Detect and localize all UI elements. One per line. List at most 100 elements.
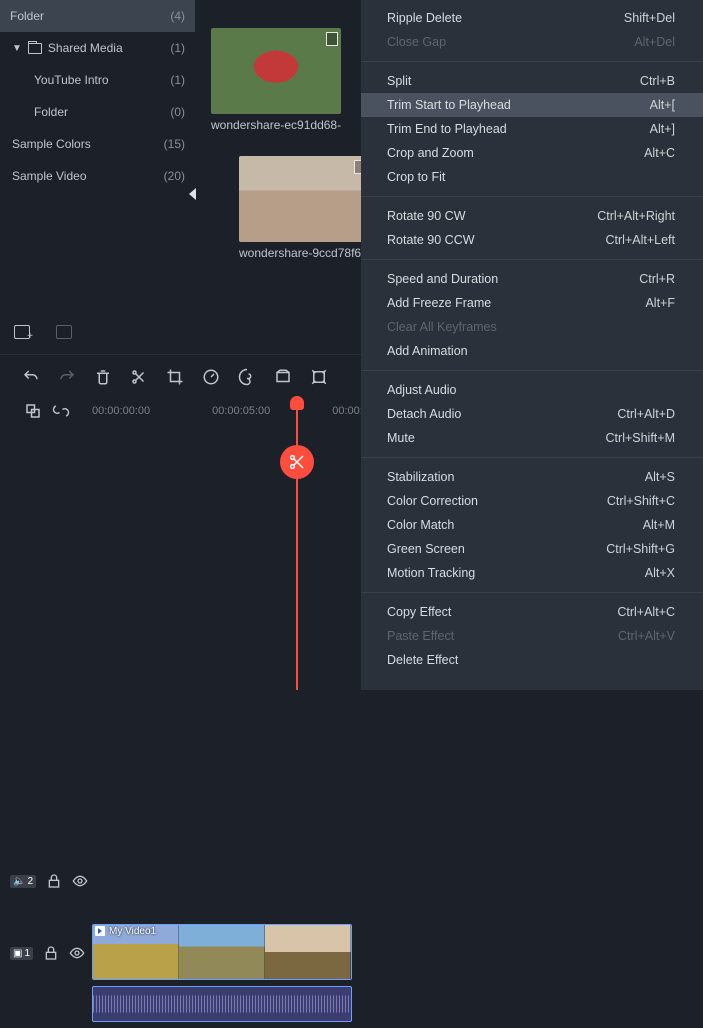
context-menu-label: Motion Tracking	[387, 566, 475, 580]
context-menu-item[interactable]: Add Animation	[361, 339, 703, 363]
context-menu-item[interactable]: Add Freeze FrameAlt+F	[361, 291, 703, 315]
sidebar-item-count: (1)	[170, 73, 185, 87]
context-menu-item[interactable]: Motion Tracking Alt+X	[361, 561, 703, 585]
context-menu-separator	[361, 592, 703, 593]
track-row-blank: 🔈2	[0, 854, 703, 908]
context-menu-shortcut: Alt+]	[650, 122, 675, 136]
context-menu-separator	[361, 370, 703, 371]
context-menu-item[interactable]: Color Correction Ctrl+Shift+C	[361, 489, 703, 513]
context-menu-shortcut: Ctrl+Alt+Right	[597, 209, 675, 223]
speed-icon[interactable]	[202, 368, 220, 386]
sidebar-item-youtube-intro[interactable]: YouTube Intro (1)	[0, 64, 195, 96]
context-menu-label: Crop to Fit	[387, 170, 445, 184]
sidebar-item-count: (1)	[170, 41, 185, 55]
context-menu-item[interactable]: Green Screen Ctrl+Shift+G	[361, 537, 703, 561]
marker-icon[interactable]	[310, 368, 328, 386]
sidebar-item-shared-media[interactable]: ▼ Shared Media (1)	[0, 32, 195, 64]
context-menu-separator	[361, 61, 703, 62]
playhead[interactable]	[296, 396, 298, 690]
link-overlap-icon[interactable]	[24, 402, 42, 420]
context-menu-shortcut: Alt+X	[645, 566, 675, 580]
context-menu-separator	[361, 457, 703, 458]
context-menu-label: Paste Effect	[387, 629, 454, 643]
context-menu-label: Trim End to Playhead	[387, 122, 507, 136]
keyframe-icon[interactable]	[274, 368, 292, 386]
media-item[interactable]: wondershare-9ccd78f6-6...	[239, 156, 369, 260]
context-menu-label: Stabilization	[387, 470, 454, 484]
context-menu-item[interactable]: Color MatchAlt+M	[361, 513, 703, 537]
context-menu-item[interactable]: Ripple DeleteShift+Del	[361, 6, 703, 30]
track-row-video: ▣1 My Video1	[0, 922, 703, 984]
split-at-playhead-button[interactable]	[280, 445, 314, 479]
sidebar-item-count: (20)	[164, 169, 185, 183]
context-menu-label: Split	[387, 74, 411, 88]
folder-header[interactable]: Folder (4)	[0, 0, 195, 32]
context-menu-item[interactable]: StabilizationAlt+S	[361, 465, 703, 489]
context-menu-shortcut: Alt+C	[644, 146, 675, 160]
undo-icon[interactable]	[22, 368, 40, 386]
timecode: 00:00:00:00	[92, 405, 150, 417]
context-menu-item[interactable]: Copy EffectCtrl+Alt+C	[361, 600, 703, 624]
context-menu-shortcut: Ctrl+R	[639, 272, 675, 286]
sidebar-item-folder[interactable]: Folder (0)	[0, 96, 195, 128]
redo-icon[interactable]	[58, 368, 76, 386]
context-menu-item[interactable]: Crop to Fit	[361, 165, 703, 189]
folder-icon	[28, 43, 42, 54]
context-menu-label: Color Correction	[387, 494, 478, 508]
video-badge-icon	[326, 32, 338, 46]
media-sidebar: Folder (4) ▼ Shared Media (1) YouTube In…	[0, 0, 195, 350]
delete-icon[interactable]	[94, 368, 112, 386]
context-menu-shortcut: Alt+M	[643, 518, 675, 532]
context-menu-item: Close GapAlt+Del	[361, 30, 703, 54]
media-label: wondershare-ec91dd68-..	[211, 118, 341, 132]
lock-icon[interactable]	[46, 873, 62, 889]
track-badge-audio: 🔈2	[10, 875, 36, 888]
media-thumbnail	[211, 28, 341, 114]
context-menu-item[interactable]: Trim End to Playhead Alt+]	[361, 117, 703, 141]
chevron-down-icon: ▼	[12, 43, 22, 54]
context-menu-label: Trim Start to Playhead	[387, 98, 511, 112]
context-menu-shortcut: Ctrl+Shift+C	[607, 494, 675, 508]
context-menu-item[interactable]: Rotate 90 CCWCtrl+Alt+Left	[361, 228, 703, 252]
crop-icon[interactable]	[166, 368, 184, 386]
context-menu-label: Mute	[387, 431, 415, 445]
link-chain-icon[interactable]	[52, 402, 70, 420]
clip-play-icon	[95, 926, 105, 936]
folder-action-icon[interactable]	[56, 325, 72, 339]
sidebar-item-sample-colors[interactable]: Sample Colors (15)	[0, 128, 195, 160]
sidebar-item-label: Folder	[34, 105, 68, 119]
context-menu-item[interactable]: Speed and DurationCtrl+R	[361, 267, 703, 291]
folder-header-count: (4)	[170, 9, 185, 23]
context-menu-label: Add Animation	[387, 344, 468, 358]
panel-collapse-icon[interactable]	[189, 188, 196, 200]
eye-icon[interactable]	[69, 945, 85, 961]
context-menu-label: Crop and Zoom	[387, 146, 474, 160]
audio-clip[interactable]	[92, 986, 352, 1022]
context-menu-label: Add Freeze Frame	[387, 296, 491, 310]
context-menu-label: Delete Effect	[387, 653, 458, 667]
split-icon[interactable]	[130, 368, 148, 386]
context-menu-shortcut: Ctrl+Alt+D	[617, 407, 675, 421]
context-menu-item[interactable]: Crop and Zoom Alt+C	[361, 141, 703, 165]
color-icon[interactable]	[238, 368, 256, 386]
context-menu-label: Green Screen	[387, 542, 465, 556]
track-row-audio	[0, 986, 703, 1028]
media-thumbnail	[239, 156, 369, 242]
context-menu-label: Ripple Delete	[387, 11, 462, 25]
eye-icon[interactable]	[72, 873, 88, 889]
waveform	[93, 987, 351, 1021]
context-menu-item[interactable]: MuteCtrl+Shift+M	[361, 426, 703, 450]
context-menu-item[interactable]: Delete Effect	[361, 648, 703, 672]
context-menu-shortcut: Alt+Del	[634, 35, 675, 49]
context-menu-label: Adjust Audio	[387, 383, 457, 397]
context-menu-item[interactable]: Detach AudioCtrl+Alt+D	[361, 402, 703, 426]
new-folder-icon[interactable]	[14, 325, 30, 339]
context-menu-item[interactable]: SplitCtrl+B	[361, 69, 703, 93]
context-menu-item[interactable]: Rotate 90 CWCtrl+Alt+Right	[361, 204, 703, 228]
sidebar-item-sample-video[interactable]: Sample Video (20)	[0, 160, 195, 192]
context-menu-shortcut: Ctrl+Shift+G	[606, 542, 675, 556]
video-clip[interactable]: My Video1	[92, 924, 352, 980]
lock-icon[interactable]	[43, 945, 59, 961]
context-menu-item[interactable]: Trim Start to PlayheadAlt+[	[361, 93, 703, 117]
context-menu-item[interactable]: Adjust Audio	[361, 378, 703, 402]
